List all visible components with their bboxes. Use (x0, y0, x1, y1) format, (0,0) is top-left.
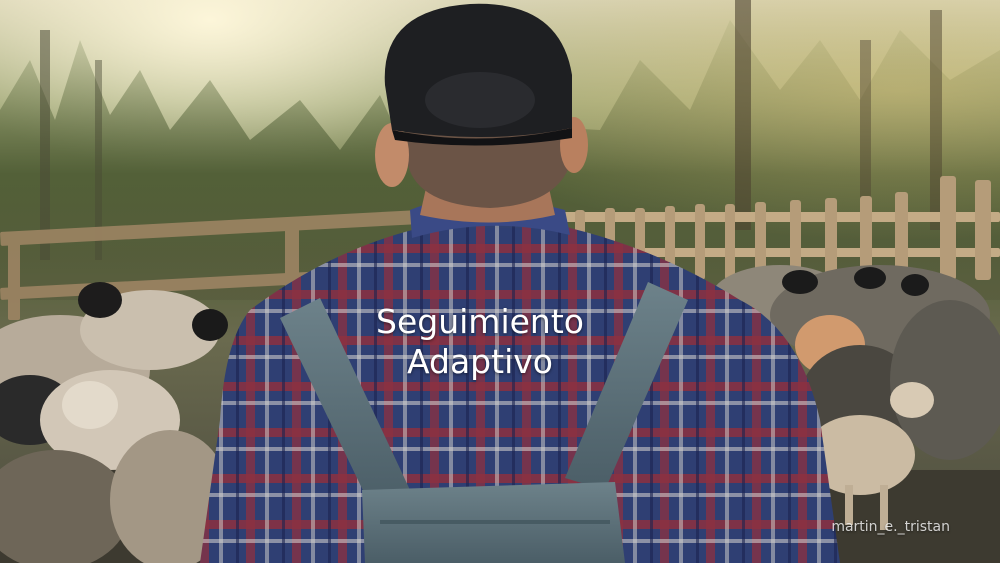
caption-line-1: Seguimiento (376, 302, 584, 341)
watermark-handle: martin_e._tristan (831, 519, 950, 535)
photo-scene: Seguimiento Adaptivo martin_e._tristan (0, 0, 1000, 563)
overlay-caption: Seguimiento Adaptivo (340, 302, 620, 381)
farmer-figure (200, 3, 840, 563)
caption-line-2: Adaptivo (407, 341, 553, 381)
